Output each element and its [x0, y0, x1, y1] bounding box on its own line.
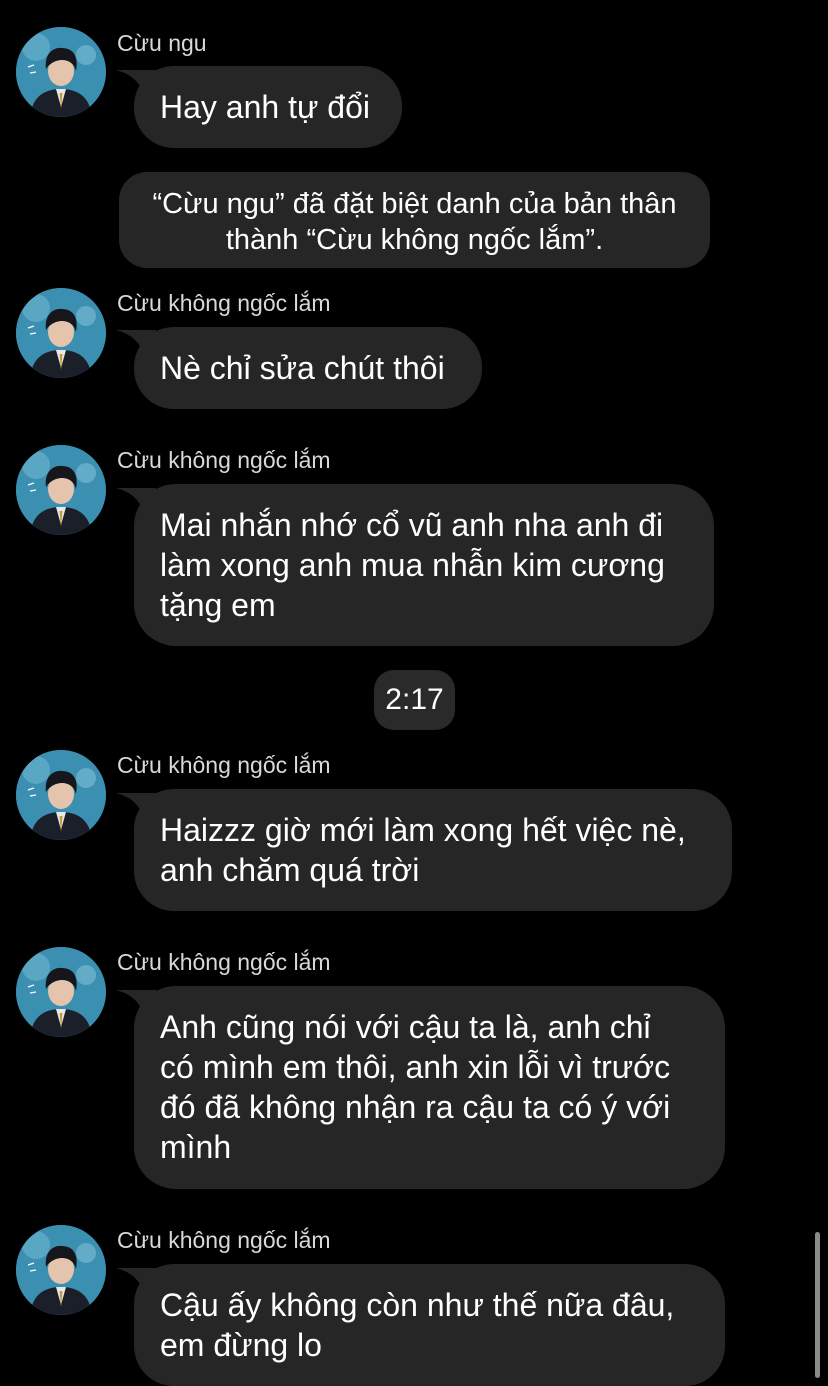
sender-name: Cừu không ngốc lắm: [117, 949, 331, 975]
message-text: Hay anh tự đổi: [160, 89, 370, 125]
message-bubble[interactable]: Anh cũng nói với cậu ta là, anh chỉ có m…: [134, 986, 725, 1189]
avatar-image: [16, 947, 106, 1037]
sender-name: Cừu không ngốc lắm: [117, 752, 331, 778]
notice-line-1: “Cừu ngu” đã đặt biệt danh của bản thân: [152, 188, 677, 220]
message-bubble[interactable]: Nè chỉ sửa chút thôi: [134, 327, 482, 409]
message-text: Anh cũng nói với cậu ta là, anh chỉ có m…: [160, 1009, 671, 1165]
avatar[interactable]: [16, 1225, 106, 1315]
avatar-image: [16, 1225, 106, 1315]
message-text: Haizzz giờ mới làm xong hết việc nè, anh…: [160, 812, 686, 888]
message-bubble[interactable]: Haizzz giờ mới làm xong hết việc nè, anh…: [134, 789, 732, 911]
message-text: Nè chỉ sửa chút thôi: [160, 350, 445, 386]
notice-line-2: thành “Cừu không ngốc lắm”.: [225, 224, 604, 256]
avatar[interactable]: [16, 27, 106, 117]
sender-name: Cừu ngu: [117, 30, 207, 56]
avatar-image: [16, 445, 106, 535]
sender-name: Cừu không ngốc lắm: [117, 1227, 331, 1253]
scrollbar[interactable]: [815, 1232, 820, 1378]
avatar[interactable]: [16, 750, 106, 840]
message-bubble[interactable]: Hay anh tự đổi: [134, 66, 402, 148]
sender-name: Cừu không ngốc lắm: [117, 290, 331, 316]
avatar[interactable]: [16, 288, 106, 378]
timestamp: 2:17: [374, 670, 455, 730]
avatar[interactable]: [16, 445, 106, 535]
message-bubble[interactable]: Mai nhắn nhớ cổ vũ anh nha anh đi làm xo…: [134, 484, 714, 646]
message-bubble[interactable]: Cậu ấy không còn như thế nữa đâu, em đừn…: [134, 1264, 725, 1386]
message-text: Mai nhắn nhớ cổ vũ anh nha anh đi làm xo…: [160, 507, 665, 623]
avatar-image: [16, 750, 106, 840]
avatar[interactable]: [16, 947, 106, 1037]
nickname-change-notice: “Cừu ngu” đã đặt biệt danh của bản thân …: [119, 172, 710, 268]
message-text: Cậu ấy không còn như thế nữa đâu, em đừn…: [160, 1287, 675, 1363]
avatar-image: [16, 288, 106, 378]
sender-name: Cừu không ngốc lắm: [117, 447, 331, 473]
avatar-image: [16, 27, 106, 117]
